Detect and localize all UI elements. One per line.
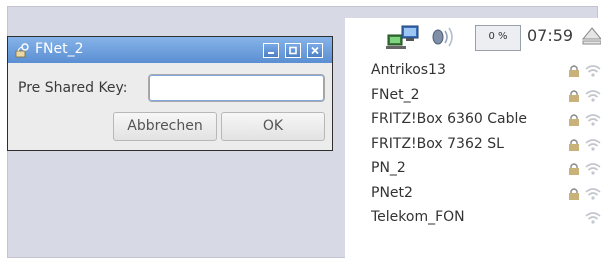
wifi-signal-icon xyxy=(585,187,601,200)
lock-icon xyxy=(569,163,579,175)
network-ssid: FRITZ!Box 7362 SL xyxy=(371,135,504,152)
network-ssid: FRITZ!Box 6360 Cable xyxy=(371,111,527,127)
network-item[interactable]: Antrikos13 xyxy=(345,60,601,85)
psk-label: Pre Shared Key: xyxy=(18,80,128,96)
network-item[interactable]: PNet2 xyxy=(345,183,601,208)
lock-icon xyxy=(569,138,579,151)
close-icon xyxy=(311,46,319,55)
network-item[interactable]: Telekom_FON xyxy=(345,207,601,232)
cancel-button[interactable]: Abbrechen xyxy=(113,112,217,141)
minimize-button[interactable] xyxy=(263,43,279,58)
clock[interactable]: 07:59 xyxy=(527,26,573,45)
network-connections-icon[interactable] xyxy=(386,23,422,51)
wifi-signal-icon xyxy=(585,212,601,224)
dialog-titlebar[interactable]: FNet_2 xyxy=(8,37,332,63)
maximize-icon xyxy=(289,46,297,55)
network-item[interactable]: FRITZ!Box 7362 SL xyxy=(345,134,601,159)
network-panel: 0 % 07:59 Antrikos13 FNet_2 FRITZ!Box 63… xyxy=(345,18,601,264)
wifi-signal-icon xyxy=(585,89,601,102)
network-ssid: Telekom_FON xyxy=(371,209,465,225)
psk-dialog: FNet_2 Pre Shared Key: Abbrechen OK xyxy=(7,36,333,151)
psk-input[interactable] xyxy=(148,74,325,102)
network-item[interactable]: FRITZ!Box 6360 Cable xyxy=(345,109,601,134)
volume-icon[interactable] xyxy=(430,24,460,50)
close-button[interactable] xyxy=(307,43,323,58)
screenshot-frame: FNet_2 Pre Shared Key: Abbrechen OK 0 % … xyxy=(0,0,601,264)
cpu-usage-value: 0 % xyxy=(488,31,508,42)
eject-icon[interactable] xyxy=(582,25,601,47)
dialog-title: FNet_2 xyxy=(35,41,84,57)
ok-button[interactable]: OK xyxy=(221,112,325,141)
system-tray: 0 % 07:59 xyxy=(345,18,601,60)
wifi-signal-icon xyxy=(585,163,601,175)
wifi-signal-icon xyxy=(585,138,601,151)
network-ssid: Antrikos13 xyxy=(371,62,446,78)
wifi-key-icon xyxy=(15,43,29,58)
network-item[interactable]: FNet_2 xyxy=(345,85,601,110)
lock-icon xyxy=(569,89,579,102)
maximize-button[interactable] xyxy=(285,43,301,58)
wifi-signal-icon xyxy=(585,114,601,126)
network-list: Antrikos13 FNet_2 FRITZ!Box 6360 Cable F… xyxy=(345,60,601,232)
lock-icon xyxy=(569,187,579,200)
cpu-monitor[interactable]: 0 % xyxy=(475,25,521,51)
network-ssid: FNet_2 xyxy=(371,86,420,103)
network-item[interactable]: PN_2 xyxy=(345,158,601,183)
network-ssid: PN_2 xyxy=(371,160,406,176)
minimize-icon xyxy=(268,52,274,54)
lock-icon xyxy=(569,65,579,77)
lock-icon xyxy=(569,114,579,126)
wifi-signal-icon xyxy=(585,65,601,77)
network-ssid: PNet2 xyxy=(371,184,413,201)
